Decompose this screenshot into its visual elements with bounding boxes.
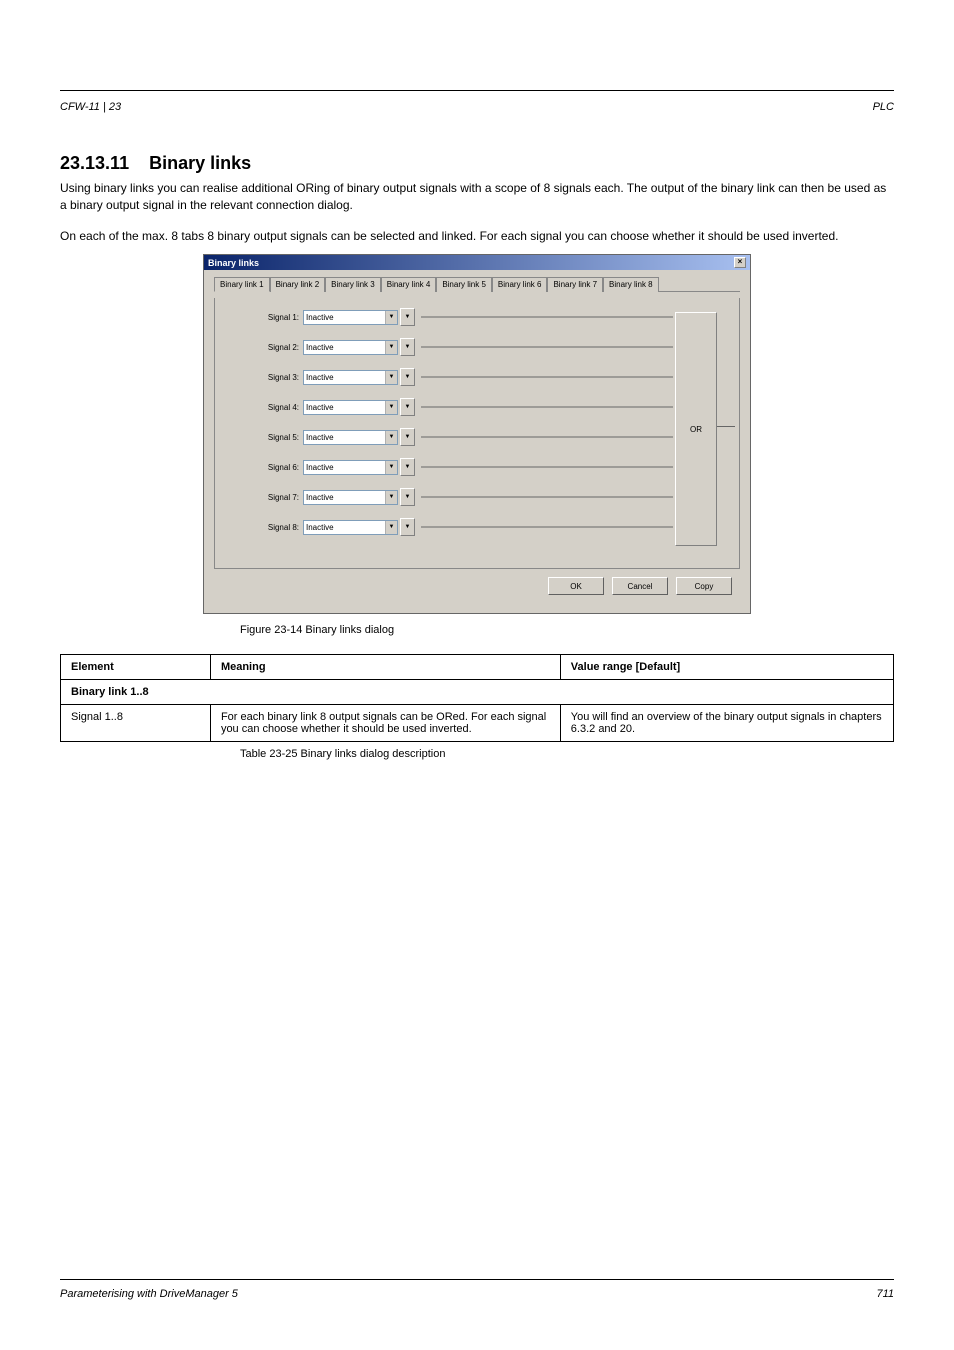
dialog-titlebar: Binary links ×: [204, 255, 750, 270]
invert-toggle[interactable]: ▼: [400, 338, 415, 356]
binary-links-dialog: Binary links × Binary link 1 Binary link…: [203, 254, 751, 614]
chevron-down-icon: ▼: [385, 521, 397, 534]
table-caption: Table 23-25 Binary links dialog descript…: [240, 748, 894, 760]
col-range: Value range [Default]: [560, 655, 893, 680]
table-row: Signal 1..8 For each binary link 8 outpu…: [61, 705, 894, 742]
header-right: PLC: [873, 101, 894, 113]
signal-4-select[interactable]: Inactive▼: [303, 400, 398, 415]
close-icon[interactable]: ×: [734, 257, 746, 268]
signal-label: Signal 5:: [261, 433, 303, 442]
chevron-down-icon: ▼: [385, 311, 397, 324]
signal-label: Signal 2:: [261, 343, 303, 352]
chevron-down-icon: ▼: [385, 341, 397, 354]
connection-lines: [421, 308, 681, 558]
or-gate: OR: [675, 312, 717, 546]
signal-label: Signal 1:: [261, 313, 303, 322]
signal-1-select[interactable]: Inactive▼: [303, 310, 398, 325]
tab-binary-link-2[interactable]: Binary link 2: [270, 277, 326, 292]
invert-toggle[interactable]: ▼: [400, 308, 415, 326]
footer-right: 711: [876, 1288, 894, 1300]
copy-button[interactable]: Copy: [676, 577, 732, 595]
chevron-down-icon: ▼: [385, 461, 397, 474]
invert-toggle[interactable]: ▼: [400, 518, 415, 536]
tab-binary-link-8[interactable]: Binary link 8: [603, 277, 659, 292]
cancel-button[interactable]: Cancel: [612, 577, 668, 595]
footer-left: Parameterising with DriveManager 5: [60, 1288, 238, 1300]
chevron-down-icon: ▼: [385, 491, 397, 504]
tab-binary-link-4[interactable]: Binary link 4: [381, 277, 437, 292]
signal-label: Signal 4:: [261, 403, 303, 412]
signal-2-select[interactable]: Inactive▼: [303, 340, 398, 355]
signal-5-select[interactable]: Inactive▼: [303, 430, 398, 445]
tab-binary-link-5[interactable]: Binary link 5: [436, 277, 492, 292]
signal-7-select[interactable]: Inactive▼: [303, 490, 398, 505]
chevron-down-icon: ▼: [385, 401, 397, 414]
cell-meaning: For each binary link 8 output signals ca…: [210, 705, 560, 742]
tab-binary-link-6[interactable]: Binary link 6: [492, 277, 548, 292]
signal-8-select[interactable]: Inactive▼: [303, 520, 398, 535]
invert-toggle[interactable]: ▼: [400, 368, 415, 386]
invert-toggle[interactable]: ▼: [400, 458, 415, 476]
table-group: Binary link 1..8: [61, 680, 894, 705]
signal-label: Signal 3:: [261, 373, 303, 382]
tab-binary-link-3[interactable]: Binary link 3: [325, 277, 381, 292]
tab-binary-link-1[interactable]: Binary link 1: [214, 277, 270, 292]
tab-strip: Binary link 1 Binary link 2 Binary link …: [214, 276, 740, 292]
header-left: CFW-11 | 23: [60, 101, 121, 113]
dialog-title: Binary links: [208, 258, 259, 268]
invert-toggle[interactable]: ▼: [400, 488, 415, 506]
figure-caption: Figure 23-14 Binary links dialog: [240, 624, 894, 636]
section-desc2: On each of the max. 8 tabs 8 binary outp…: [60, 228, 894, 245]
cell-element: Signal 1..8: [61, 705, 211, 742]
signal-label: Signal 6:: [261, 463, 303, 472]
signal-label: Signal 7:: [261, 493, 303, 502]
cell-range: You will find an overview of the binary …: [560, 705, 893, 742]
col-element: Element: [61, 655, 211, 680]
section-title: Binary links: [149, 153, 251, 173]
section-desc: Using binary links you can realise addit…: [60, 180, 894, 214]
col-meaning: Meaning: [210, 655, 560, 680]
chevron-down-icon: ▼: [385, 371, 397, 384]
section-number: 23.13.11: [60, 153, 129, 173]
signal-6-select[interactable]: Inactive▼: [303, 460, 398, 475]
invert-toggle[interactable]: ▼: [400, 398, 415, 416]
ok-button[interactable]: OK: [548, 577, 604, 595]
parameters-table: Element Meaning Value range [Default] Bi…: [60, 654, 894, 742]
or-output-line: [717, 426, 735, 427]
chevron-down-icon: ▼: [385, 431, 397, 444]
invert-toggle[interactable]: ▼: [400, 428, 415, 446]
signal-label: Signal 8:: [261, 523, 303, 532]
signal-3-select[interactable]: Inactive▼: [303, 370, 398, 385]
tab-binary-link-7[interactable]: Binary link 7: [547, 277, 603, 292]
